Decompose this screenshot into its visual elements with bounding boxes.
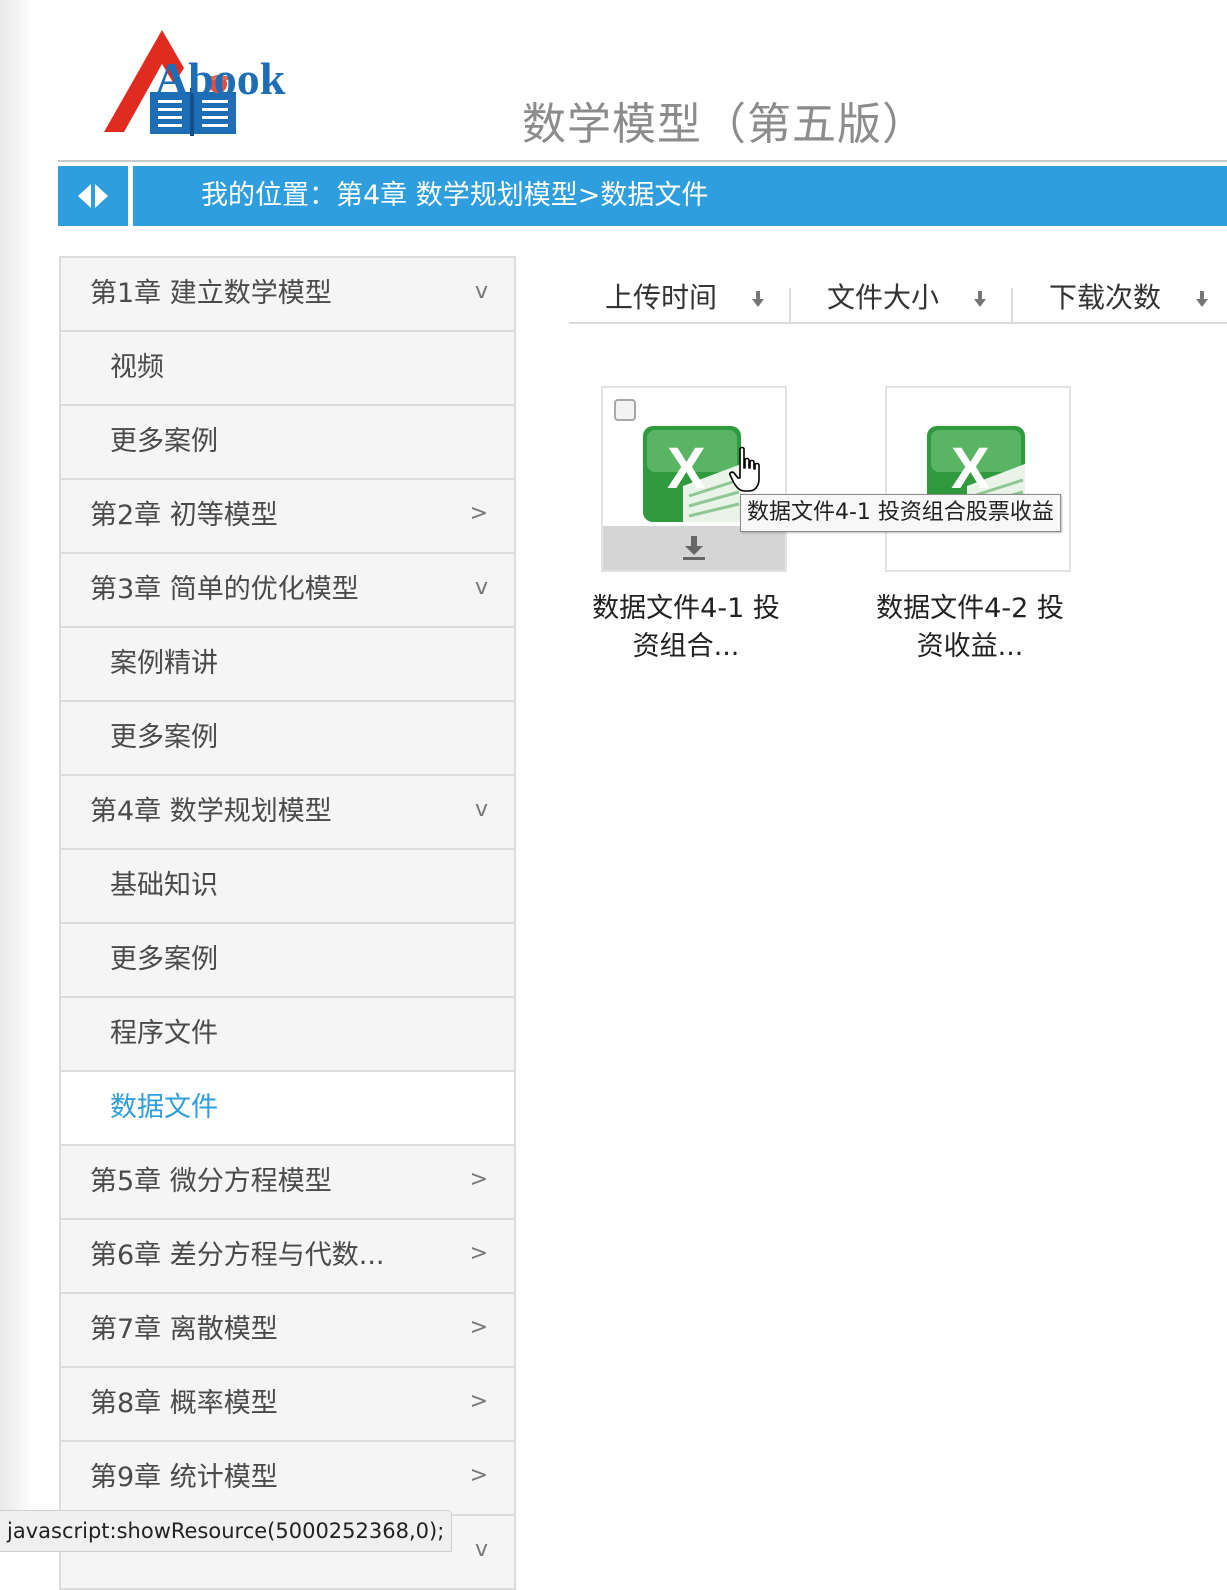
sort-down-arrow-icon[interactable] xyxy=(973,290,987,308)
file-card-title[interactable]: 数据文件4-2 投 资收益... xyxy=(855,590,1085,666)
chevron-down-icon: v xyxy=(474,797,488,822)
sidebar-item-label: 第9章 统计模型 xyxy=(90,1462,278,1493)
sidebar-chapter-item[interactable]: 第3章 简单的优化模型 v xyxy=(61,554,514,628)
chevron-right-icon: > xyxy=(469,1167,488,1192)
file-select-checkbox[interactable] xyxy=(614,399,636,421)
chevron-right-icon: > xyxy=(469,1315,488,1340)
sidebar-toggle-button[interactable] xyxy=(58,166,128,226)
sidebar-item-label: 视频 xyxy=(110,352,164,383)
sidebar-item-label: 第2章 初等模型 xyxy=(90,500,278,531)
chevron-right-icon: > xyxy=(469,1241,488,1266)
sort-separator xyxy=(1011,288,1013,322)
hand-pointer-cursor-icon xyxy=(729,446,760,492)
sidebar-chapter-item[interactable]: 第5章 微分方程模型 > xyxy=(61,1146,514,1220)
sidebar-chapter-item[interactable]: 第1章 建立数学模型 v xyxy=(61,256,514,332)
file-title-line: 数据文件4-2 投 xyxy=(876,593,1064,624)
sidebar-chapter-item[interactable]: 第9章 统计模型 > xyxy=(61,1442,514,1516)
sidebar-item-label: 第7章 离散模型 xyxy=(90,1314,278,1345)
sidebar-sub-item[interactable]: 数据文件 xyxy=(61,1072,514,1146)
sidebar-item-label: 更多案例 xyxy=(110,722,218,753)
sidebar-item-label: 第3章 简单的优化模型 xyxy=(90,574,359,605)
sort-bar: 上传时间 文件大小 下载次数 xyxy=(569,270,1227,324)
sidebar-item-label: 数据文件 xyxy=(110,1092,218,1123)
chevron-right-icon: > xyxy=(469,501,488,526)
sidebar-item-label: 第1章 建立数学模型 xyxy=(90,278,332,309)
breadcrumb-text: 我的位置：第4章 数学规划模型>数据文件 xyxy=(201,180,709,211)
chevron-down-icon: v xyxy=(474,575,488,600)
status-bar-url: javascript:showResource(5000252368,0); xyxy=(0,1510,453,1552)
download-icon xyxy=(683,536,705,560)
sidebar-sub-item[interactable]: 案例精讲 xyxy=(61,628,514,702)
file-tooltip: 数据文件4-1 投资组合股票收益 xyxy=(740,494,1061,532)
sidebar-item-label: 第5章 微分方程模型 xyxy=(90,1166,332,1197)
file-card-title[interactable]: 数据文件4-1 投 资组合... xyxy=(571,590,801,666)
sidebar-chapter-item[interactable]: 第4章 数学规划模型 v xyxy=(61,776,514,850)
sidebar-chapter-item[interactable]: 第8章 概率模型 > xyxy=(61,1368,514,1442)
sidebar-item-label: 第8章 概率模型 xyxy=(90,1388,278,1419)
sidebar-chapter-item[interactable]: 第6章 差分方程与代数... > xyxy=(61,1220,514,1294)
sort-down-arrow-icon[interactable] xyxy=(1195,290,1209,308)
sidebar-item-label: 更多案例 xyxy=(110,944,218,975)
breadcrumb: 我的位置：第4章 数学规划模型>数据文件 xyxy=(133,166,1227,226)
sidebar-sub-item[interactable]: 更多案例 xyxy=(61,406,514,480)
page-left-shadow xyxy=(0,0,30,1552)
download-button[interactable] xyxy=(603,526,785,570)
sidebar-item-label: 程序文件 xyxy=(110,1018,218,1049)
sort-upload-time-button[interactable]: 上传时间 xyxy=(605,270,717,322)
sidebar-item-label: 更多案例 xyxy=(110,426,218,457)
chapter-sidebar: 第1章 建立数学模型 v 视频 更多案例 第2章 初等模型 > 第3章 简单的优化模型 v 案例… xyxy=(59,256,516,1590)
svg-text:X: X xyxy=(667,436,706,501)
sidebar-sub-item[interactable]: 更多案例 xyxy=(61,924,514,998)
sidebar-item-label: 基础知识 xyxy=(110,870,218,901)
sidebar-sub-item[interactable]: 基础知识 xyxy=(61,850,514,924)
book-title: 数学模型（第五版） xyxy=(522,99,927,150)
sort-upload-time-label: 上传时间 xyxy=(605,281,718,314)
sidebar-item-label: 第4章 数学规划模型 xyxy=(90,796,332,827)
chevron-right-icon: > xyxy=(469,1389,488,1414)
sort-download-count-label: 下载次数 xyxy=(1049,281,1162,314)
chevron-right-icon: > xyxy=(469,1463,488,1488)
sidebar-chapter-item[interactable]: 第2章 初等模型 > xyxy=(61,480,514,554)
chevron-down-icon: v xyxy=(474,1537,488,1562)
header-divider xyxy=(58,160,1227,162)
sidebar-sub-item[interactable]: 视频 xyxy=(61,332,514,406)
sidebar-chapter-item[interactable]: 第7章 离散模型 > xyxy=(61,1294,514,1368)
svg-text:X: X xyxy=(951,436,990,501)
sort-down-arrow-icon[interactable] xyxy=(751,290,765,308)
sidebar-item-label: 第6章 差分方程与代数... xyxy=(90,1240,385,1271)
sort-separator xyxy=(789,288,791,322)
file-title-line: 资组合... xyxy=(632,631,740,662)
sort-download-count-button[interactable]: 下载次数 xyxy=(1049,270,1161,322)
file-title-line: 数据文件4-1 投 xyxy=(592,593,780,624)
file-title-line: 资收益... xyxy=(916,631,1024,662)
sidebar-sub-item[interactable]: 程序文件 xyxy=(61,998,514,1072)
file-card[interactable]: X xyxy=(885,386,1071,572)
abook-logo-text: Abook xyxy=(155,53,286,104)
chevron-down-icon: v xyxy=(474,279,488,304)
sidebar-sub-item[interactable]: 更多案例 xyxy=(61,702,514,776)
sort-file-size-label: 文件大小 xyxy=(827,281,940,314)
collapse-expand-icon xyxy=(78,184,108,208)
sidebar-item-label: 案例精讲 xyxy=(110,648,218,679)
sort-file-size-button[interactable]: 文件大小 xyxy=(827,270,939,322)
